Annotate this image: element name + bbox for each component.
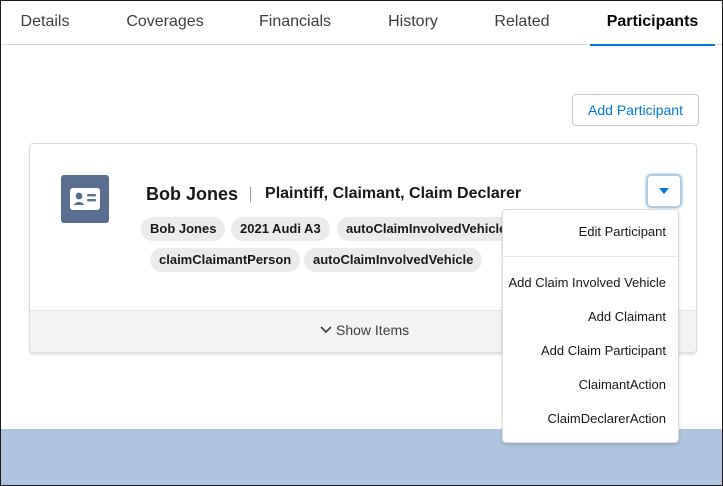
app-frame: Details Coverages Financials History Rel… [0,0,723,486]
menu-item-add-claim-participant[interactable]: Add Claim Participant [541,343,666,358]
tab-participants[interactable]: Participants [590,1,715,46]
menu-divider [503,256,678,257]
actions-menu: Edit Participant Add Claim Involved Vehi… [502,209,679,443]
menu-item-add-claimant[interactable]: Add Claimant [588,309,666,324]
chip-claimant-person: claimClaimantPerson [150,248,301,272]
chip-involved-vehicle-2: autoClaimInvolvedVehicle [304,248,483,272]
show-items-label: Show Items [336,322,410,338]
chip-involved-vehicle: autoClaimInvolvedVehicle [337,217,516,241]
tab-related[interactable]: Related [494,1,550,45]
tab-financials[interactable]: Financials [258,1,332,45]
participant-header: Bob Jones Plaintiff, Claimant, Claim Dec… [146,182,521,206]
contact-card-icon [61,175,109,223]
chip-vehicle: 2021 Audi A3 [231,217,330,241]
show-items-link[interactable]: Show Items [320,322,409,338]
divider [250,186,252,202]
menu-item-add-claim-involved-vehicle[interactable]: Add Claim Involved Vehicle [508,275,666,290]
caret-down-icon [659,188,669,194]
add-participant-button[interactable]: Add Participant [572,94,699,126]
participant-roles: Plaintiff, Claimant, Claim Declarer [265,185,522,202]
tab-history[interactable]: History [386,1,440,45]
participant-name[interactable]: Bob Jones [146,184,238,205]
menu-item-edit-participant[interactable]: Edit Participant [579,224,666,239]
tab-bar: Details Coverages Financials History Rel… [1,1,722,46]
tab-coverages[interactable]: Coverages [125,1,205,45]
menu-item-claimant-action[interactable]: ClaimantAction [579,377,666,392]
actions-dropdown-button[interactable] [647,175,681,207]
chevron-down-icon [320,326,332,334]
menu-item-claim-declarer-action[interactable]: ClaimDeclarerAction [548,411,666,426]
tab-details[interactable]: Details [20,1,70,45]
chip-name: Bob Jones [141,217,226,241]
